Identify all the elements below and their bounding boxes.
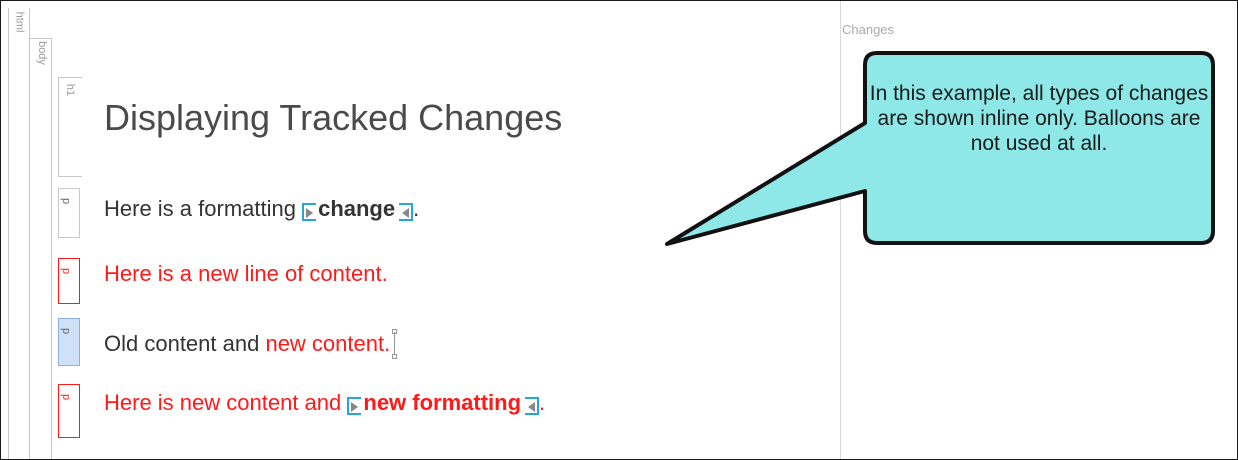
structure-bar-p-3-selected[interactable]: p <box>58 318 80 366</box>
para4-text: Here is new content and <box>104 390 348 415</box>
callout-text: In this example, all types of changes ar… <box>869 82 1209 155</box>
para1-suffix: . <box>413 196 420 221</box>
paragraph-inserted-line[interactable]: Here is a new line of content. <box>104 261 388 287</box>
structure-bar-p-4[interactable]: p <box>58 384 80 438</box>
p-tag-label: p <box>60 197 73 205</box>
insertion-cursor-icon[interactable] <box>392 329 398 359</box>
structure-bar-h1[interactable]: h1 <box>58 77 82 177</box>
formatted-text: new formatting <box>363 390 522 415</box>
old-content-text: Old content and <box>104 331 266 356</box>
paragraph-formatting-change[interactable]: Here is a formatting change. <box>104 196 419 222</box>
structure-bar-p-2[interactable]: p <box>58 258 80 304</box>
change-start-marker-icon[interactable] <box>347 397 362 415</box>
paragraph-inserted-content[interactable]: Old content and new content. <box>104 329 398 359</box>
inserted-content-text: new content. <box>265 331 391 356</box>
para4-suffix: . <box>539 390 546 415</box>
editor-frame: html body h1 p p p p Displaying Tracked … <box>0 0 1238 460</box>
formatted-text: change <box>318 196 396 221</box>
change-end-marker-icon[interactable] <box>399 203 414 221</box>
paragraph-new-content-and-formatting[interactable]: Here is new content and new formatting. <box>104 390 545 416</box>
p-tag-label: p <box>60 327 73 335</box>
structure-bar-html[interactable]: html <box>8 8 30 459</box>
para1-text: Here is a formatting <box>104 196 303 221</box>
changes-pane-label: Changes <box>842 22 895 37</box>
p-tag-label: p <box>60 267 73 275</box>
structure-bar-p-1[interactable]: p <box>58 188 80 238</box>
change-start-marker-icon[interactable] <box>302 203 317 221</box>
body-tag-label: body <box>35 41 48 65</box>
p-tag-label: p <box>60 393 73 401</box>
h1-tag-label: h1 <box>64 83 77 97</box>
html-tag-label: html <box>13 11 26 33</box>
structure-bar-body[interactable]: body <box>30 38 52 459</box>
change-end-marker-icon[interactable] <box>525 397 540 415</box>
document-heading[interactable]: Displaying Tracked Changes <box>104 97 562 139</box>
changes-pane-divider[interactable] <box>840 1 841 459</box>
